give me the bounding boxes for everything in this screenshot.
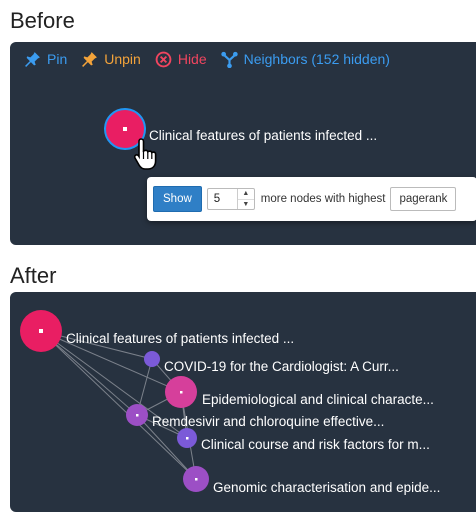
- stepper-down-icon[interactable]: ▼: [237, 198, 254, 210]
- node-label: Clinical features of patients infected .…: [149, 128, 378, 143]
- node-center-dot: [39, 329, 43, 333]
- node-label: COVID-19 for the Cardiologist: A Curr...: [164, 359, 399, 374]
- more-nodes-text: more nodes with highest: [260, 193, 386, 205]
- node-center-dot: [136, 414, 139, 417]
- node-label: Epidemiological and clinical characte...: [202, 392, 434, 407]
- node-center-dot: [186, 437, 189, 440]
- node-center-dot: [195, 478, 198, 481]
- metric-select[interactable]: pagerank: [390, 187, 457, 211]
- node-count-input[interactable]: 5 ▲ ▼: [206, 188, 255, 210]
- node-count-stepper[interactable]: ▲ ▼: [236, 189, 254, 210]
- node-count-value: 5: [213, 193, 221, 205]
- node-label: Remdesivir and chloroquine effective...: [152, 414, 385, 429]
- stepper-up-icon[interactable]: ▲: [238, 189, 254, 199]
- before-title: Before: [10, 8, 75, 33]
- expand-neighbors-popover: Show 5 ▲ ▼ more nodes with highest pager…: [147, 177, 476, 221]
- node-label: Clinical course and risk factors for m..…: [201, 437, 430, 452]
- node-label: Clinical features of patients infected .…: [66, 331, 295, 346]
- node-center-dot: [123, 127, 127, 131]
- after-title: After: [10, 263, 57, 288]
- after-graph-panel: Clinical features of patients infected .…: [10, 292, 476, 512]
- node-center-dot: [180, 391, 183, 394]
- show-button[interactable]: Show: [153, 186, 202, 212]
- cursor-hand-icon: [133, 138, 157, 170]
- before-graph-panel: Pin Unpin Hide Neighbors (152 hidden) Cl…: [10, 42, 476, 245]
- graph-node-covid-cardiologist[interactable]: [144, 351, 160, 367]
- node-label: Genomic characterisation and epide...: [213, 480, 441, 495]
